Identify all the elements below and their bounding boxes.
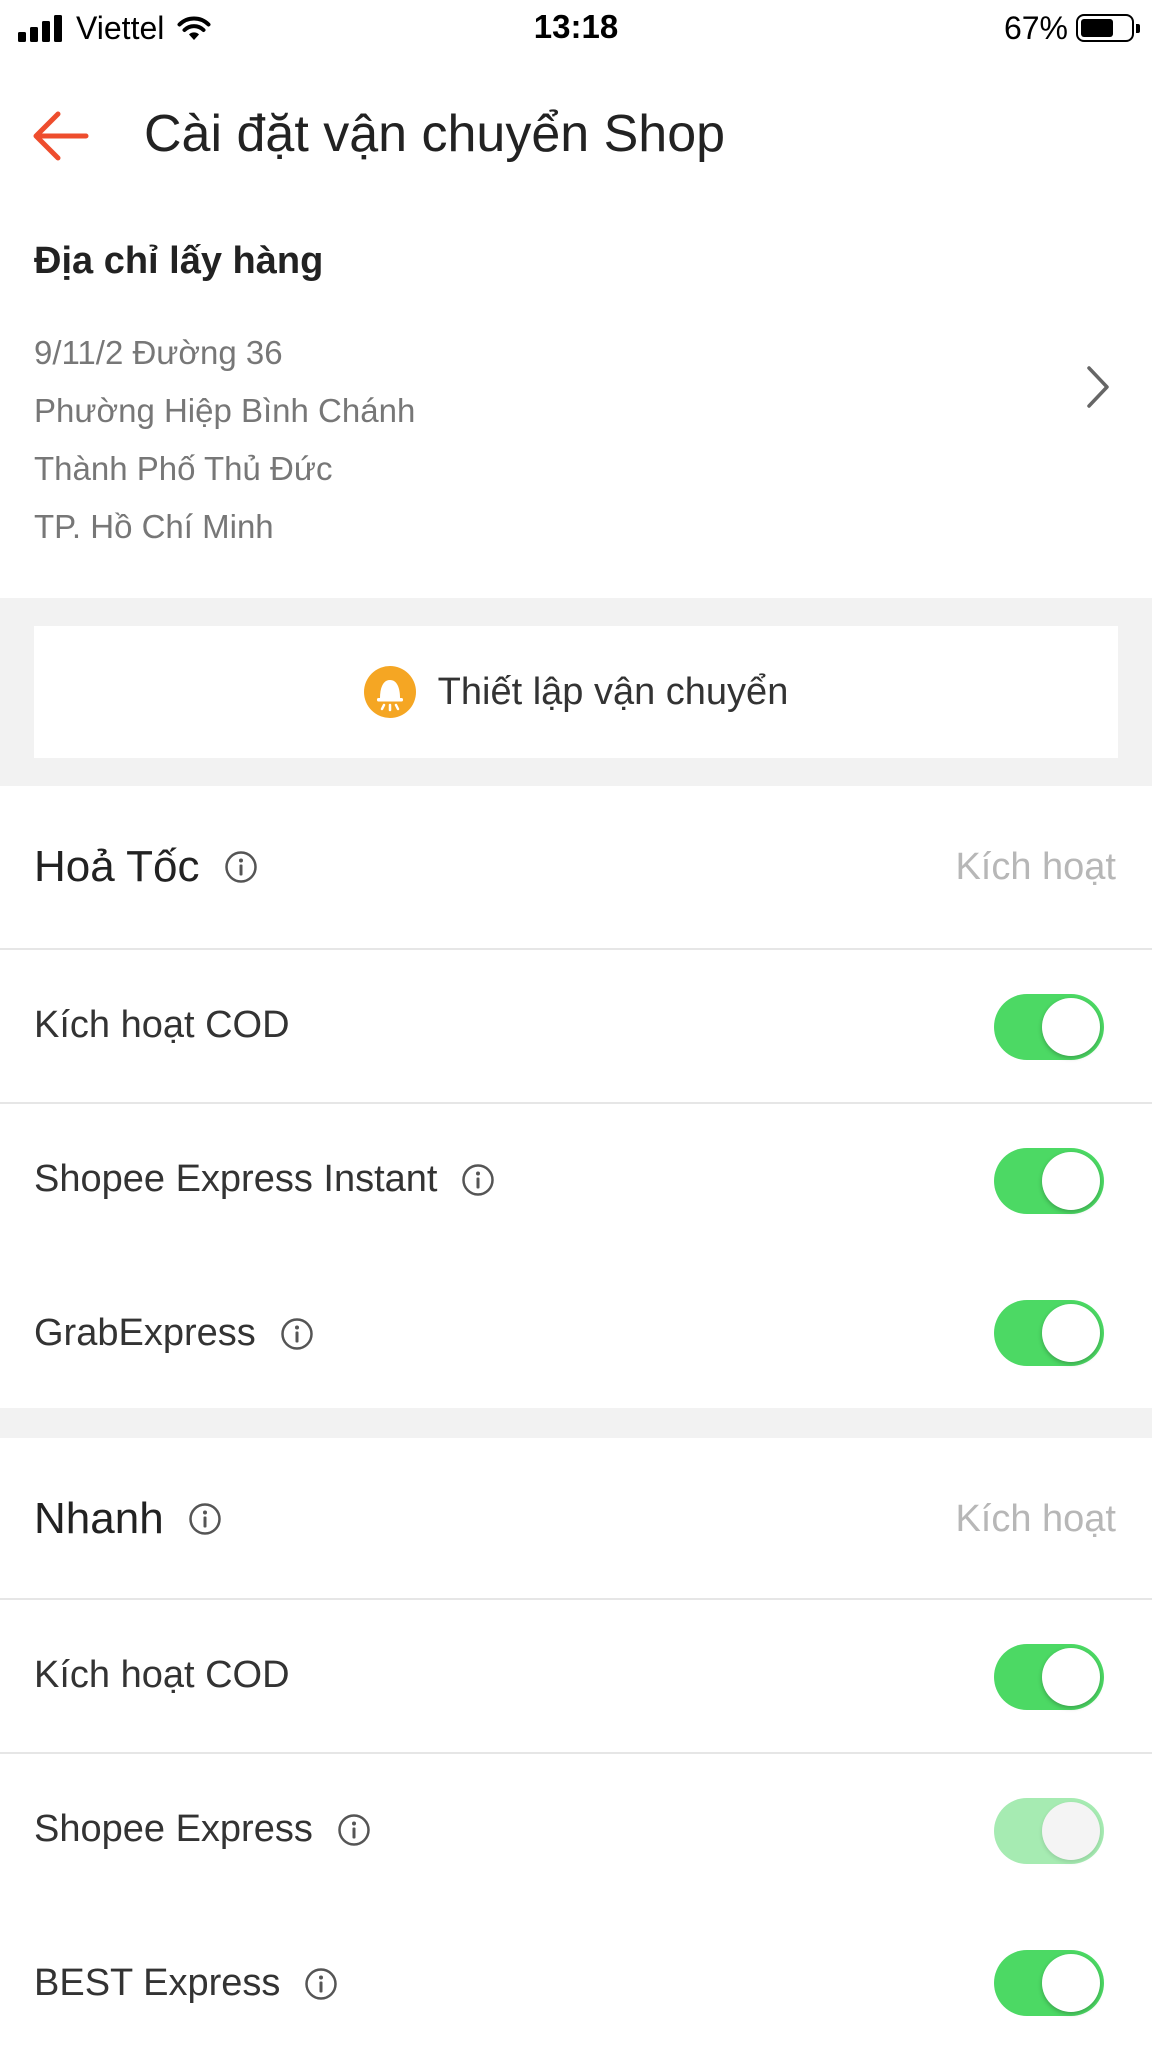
section-title: Nhanh <box>34 1494 164 1543</box>
info-icon[interactable] <box>461 1163 495 1197</box>
info-icon[interactable] <box>304 1967 338 2001</box>
address-line: Thành Phố Thủ Đức <box>34 450 333 487</box>
bell-icon <box>363 666 416 718</box>
toggle-label: Kích hoạt COD <box>34 1004 290 1046</box>
toggle-row-shopee-express-instant: Shopee Express Instant <box>0 1104 1152 1256</box>
toggle-label: GrabExpress <box>34 1312 256 1354</box>
shipping-setup-button[interactable]: Thiết lập vận chuyển <box>34 626 1118 758</box>
section-header-nhanh: Nhanh Kích hoạt <box>0 1438 1152 1600</box>
chevron-right-icon[interactable] <box>1084 364 1112 410</box>
toggle-row-best-express: BEST Express <box>0 1906 1152 2048</box>
info-icon[interactable] <box>337 1813 371 1847</box>
battery-percent: 67% <box>1003 9 1068 46</box>
activate-link[interactable]: Kích hoạt <box>955 1498 1116 1541</box>
toggle-label: Shopee Express Instant <box>34 1158 438 1200</box>
back-arrow-icon[interactable] <box>28 106 92 166</box>
info-icon[interactable] <box>224 850 258 884</box>
toggle-label: Shopee Express <box>34 1808 313 1850</box>
shopee-express-toggle[interactable] <box>994 1798 1104 1864</box>
toggle-label: BEST Express <box>34 1962 281 2004</box>
section-title: Hoả Tốc <box>34 842 200 891</box>
battery-icon <box>1076 14 1140 42</box>
status-bar: Viettel 13:18 67% <box>0 0 1152 56</box>
section-separator <box>0 1408 1152 1438</box>
activate-link[interactable]: Kích hoạt <box>955 846 1116 889</box>
cod-toggle[interactable] <box>994 1644 1104 1710</box>
info-icon[interactable] <box>188 1502 222 1536</box>
shopee-express-instant-toggle[interactable] <box>994 1148 1104 1214</box>
toggle-row-cod: Kích hoạt COD <box>0 950 1152 1102</box>
shipping-setup-label: Thiết lập vận chuyển <box>437 670 789 713</box>
pickup-address-section[interactable]: Địa chỉ lấy hàng 9/11/2 Đường 36 Phường … <box>0 212 1152 598</box>
section-header-hoa-toc: Hoả Tốc Kích hoạt <box>0 786 1152 948</box>
pickup-address-title: Địa chỉ lấy hàng <box>34 240 324 282</box>
address-line: 9/11/2 Đường 36 <box>34 334 283 371</box>
toggle-row-shopee-express: Shopee Express <box>0 1754 1152 1906</box>
address-line: TP. Hồ Chí Minh <box>34 508 274 545</box>
toggle-row-cod: Kích hoạt COD <box>0 1600 1152 1752</box>
address-line: Phường Hiệp Bình Chánh <box>34 392 416 429</box>
pickup-address-lines: 9/11/2 Đường 36 Phường Hiệp Bình Chánh T… <box>34 324 415 556</box>
clock: 13:18 <box>533 8 619 45</box>
cod-toggle[interactable] <box>994 994 1104 1060</box>
toggle-row-grabexpress: GrabExpress <box>0 1256 1152 1408</box>
grabexpress-toggle[interactable] <box>994 1300 1104 1366</box>
best-express-toggle[interactable] <box>994 1950 1104 2016</box>
page-title: Cài đặt vận chuyển Shop <box>144 105 726 163</box>
toggle-label: Kích hoạt COD <box>34 1654 290 1696</box>
info-icon[interactable] <box>280 1317 314 1351</box>
app-header: Cài đặt vận chuyển Shop <box>0 68 1152 208</box>
